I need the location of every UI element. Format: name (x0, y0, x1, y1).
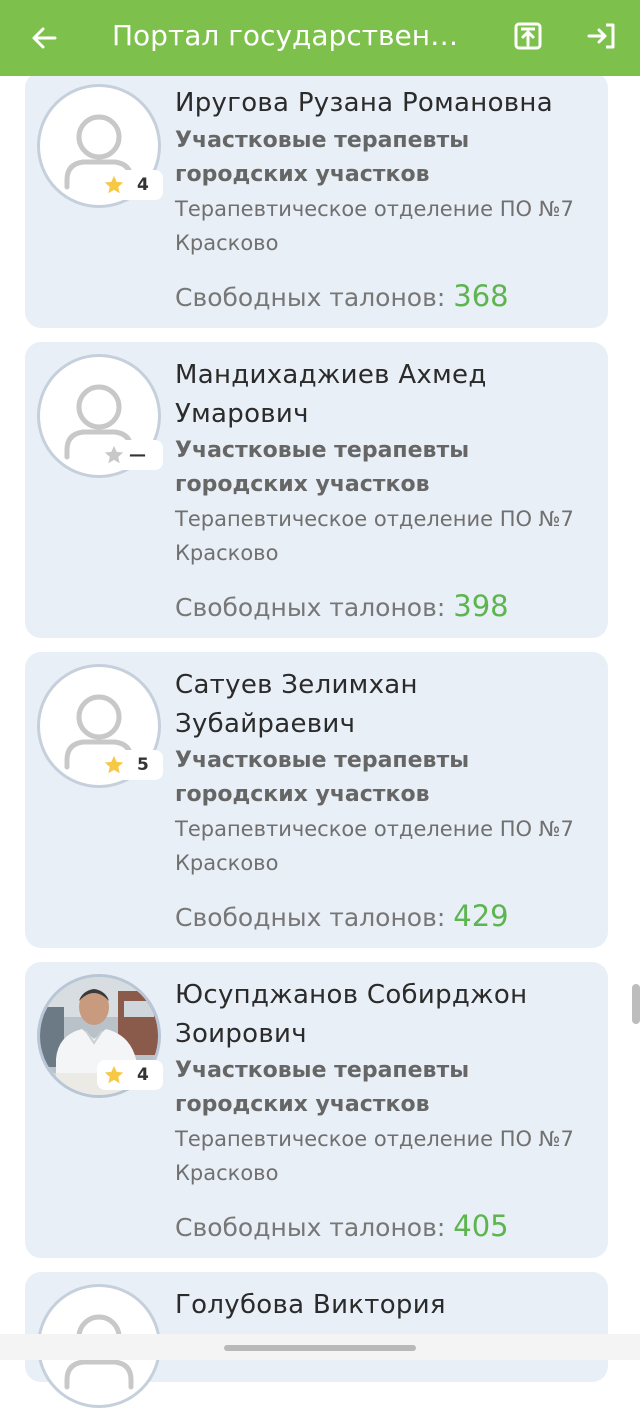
app-bar: Портал государственн... (0, 0, 640, 76)
doctor-card[interactable]: Голубова Виктория (25, 1272, 608, 1408)
rating-badge: 5 (97, 750, 163, 780)
star-icon (104, 445, 124, 464)
free-tickets-value: 398 (453, 589, 509, 623)
doctor-name: Юсупджанов Собирджон Зоирович (175, 980, 528, 1049)
free-tickets: Свободных талонов: 368 (175, 278, 509, 316)
rating-value: — (129, 445, 146, 465)
star-icon (104, 755, 124, 774)
free-tickets-value: 368 (453, 279, 509, 313)
star-icon (104, 175, 124, 194)
free-tickets: Свободных талонов: 429 (175, 898, 509, 936)
scrollbar[interactable] (632, 984, 640, 1024)
back-button[interactable] (22, 16, 66, 60)
rating-badge: — (97, 440, 163, 470)
arrow-left-icon (32, 27, 57, 49)
avatar: — (37, 354, 163, 478)
free-tickets-label: Свободных талонов: (175, 283, 446, 312)
free-tickets-label: Свободных талонов: (175, 903, 446, 932)
rating-badge: 4 (97, 170, 163, 200)
upload-box-icon (514, 22, 542, 50)
doctor-specialty: Участковые терапевты городских участков (175, 748, 470, 807)
doctor-department: Терапевтическое отделение ПО №7 Красково (175, 817, 574, 875)
doctor-card[interactable]: 4 Иругова Рузана Романовна Участковые те… (25, 72, 608, 328)
doctor-department: Терапевтическое отделение ПО №7 Красково (175, 197, 574, 255)
rating-value: 4 (137, 175, 149, 195)
free-tickets-value: 405 (453, 1209, 509, 1243)
free-tickets-label: Свободных талонов: (175, 1213, 446, 1242)
doctor-specialty: Участковые терапевты городских участков (175, 128, 470, 187)
doctor-name: Сатуев Зелимхан Зубайраевич (175, 670, 418, 739)
share-button[interactable] (506, 14, 550, 58)
doctor-specialty: Участковые терапевты городских участков (175, 1058, 470, 1117)
page-title: Портал государственн... (112, 19, 472, 52)
doctor-name: Мандихаджиев Ахмед Умарович (175, 360, 487, 429)
star-icon (104, 1065, 124, 1084)
doctor-name: Иругова Рузана Романовна (175, 88, 553, 118)
free-tickets-value: 429 (453, 899, 509, 933)
system-nav-bar (0, 1334, 640, 1360)
doctor-list: 4 Иругова Рузана Романовна Участковые те… (0, 0, 640, 1408)
avatar: 4 (37, 974, 163, 1098)
logout-button[interactable] (580, 14, 624, 58)
free-tickets: Свободных талонов: 405 (175, 1208, 509, 1246)
doctor-card[interactable]: — Мандихаджиев Ахмед Умарович Участковые… (25, 342, 608, 638)
avatar: 5 (37, 664, 163, 788)
doctor-card[interactable]: 4 Юсупджанов Собирджон Зоирович Участков… (25, 962, 608, 1258)
doctor-card[interactable]: 5 Сатуев Зелимхан Зубайраевич Участковые… (25, 652, 608, 948)
doctor-name: Голубова Виктория (175, 1290, 446, 1320)
free-tickets: Свободных талонов: 398 (175, 588, 509, 626)
rating-value: 4 (137, 1065, 149, 1085)
home-indicator[interactable] (224, 1345, 416, 1351)
free-tickets-label: Свободных талонов: (175, 593, 446, 622)
doctor-department: Терапевтическое отделение ПО №7 Красково (175, 1127, 574, 1185)
doctor-department: Терапевтическое отделение ПО №7 Красково (175, 507, 574, 565)
rating-badge: 4 (97, 1060, 163, 1090)
logout-icon (587, 23, 615, 49)
avatar: 4 (37, 84, 163, 208)
doctor-specialty: Участковые терапевты городских участков (175, 438, 470, 497)
rating-value: 5 (137, 755, 149, 775)
